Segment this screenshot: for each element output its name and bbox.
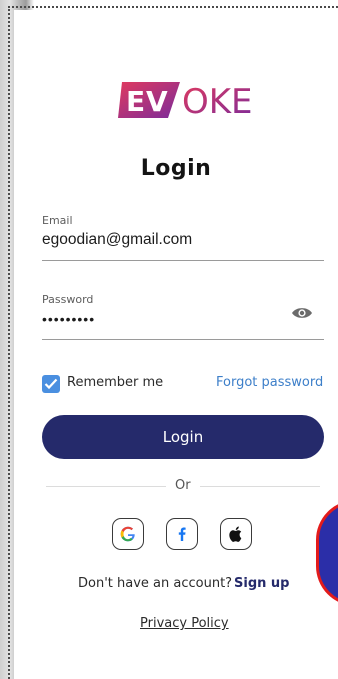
apple-icon [229,526,242,542]
eye-icon[interactable] [291,305,313,319]
divider-label: Or [175,478,191,493]
page-title: Login [140,156,212,181]
check-icon [44,378,58,390]
password-input[interactable] [42,311,282,327]
apple-login-button[interactable] [220,518,252,550]
remember-checkbox[interactable] [42,375,60,393]
google-icon [120,526,135,542]
password-underline [42,339,324,340]
login-button[interactable]: Login [42,415,324,459]
selection-border-top [8,6,338,8]
divider-right [200,486,320,487]
selection-border-left [8,6,10,679]
signup-prompt: Don't have an account? [78,576,233,591]
email-label: Email [42,214,73,227]
divider-left [46,486,166,487]
signup-link[interactable]: Sign up [234,576,289,591]
svg-text:OKE: OKE [182,82,253,122]
svg-text:E: E [126,85,145,118]
email-underline [42,260,324,261]
facebook-icon [178,527,186,541]
facebook-login-button[interactable] [166,518,198,550]
email-input[interactable] [42,231,282,249]
password-label: Password [42,293,94,306]
svg-text:V: V [146,85,168,118]
evoke-logo: E V OKE [116,78,286,122]
forgot-password-link[interactable]: Forgot password [216,375,323,390]
privacy-policy-link[interactable]: Privacy Policy [140,616,229,631]
remember-label[interactable]: Remember me [67,375,163,390]
screen: E V OKE Login Email Password Remember me… [0,0,338,679]
google-login-button[interactable] [112,518,144,550]
